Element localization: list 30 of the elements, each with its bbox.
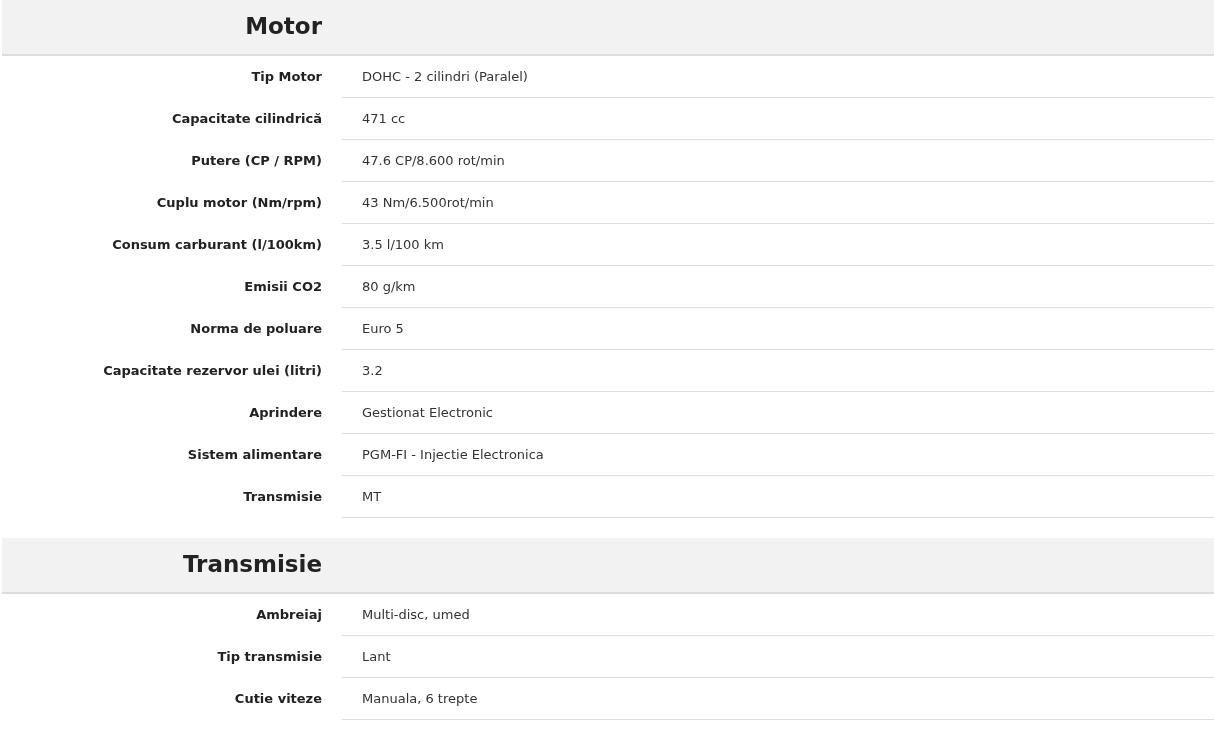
spec-value: 3.2: [342, 350, 1214, 392]
spec-label: Emisii CO2: [243, 278, 322, 297]
spec-value: 471 cc: [342, 98, 1214, 140]
spec-value: 3.5 l/100 km: [342, 224, 1214, 266]
spec-label: Putere (CP / RPM): [190, 152, 322, 171]
spec-value: DOHC - 2 cilindri (Paralel): [342, 56, 1214, 98]
spec-label: Capacitate cilindrică: [170, 110, 322, 129]
spec-value: Multi-disc, umed: [342, 594, 1214, 636]
spec-label: Ambreiaj: [255, 606, 322, 625]
spec-label: Norma de poluare: [189, 320, 322, 339]
spec-value: 80 g/km: [342, 266, 1214, 308]
spec-value: Manuala, 6 trepte: [342, 678, 1214, 720]
spec-label: Tip Motor: [250, 68, 322, 87]
spec-label: Transmisie: [242, 488, 322, 507]
spec-label: Consum carburant (l/100km): [111, 236, 322, 255]
spec-label: Sistem alimentare: [186, 446, 322, 465]
spec-value: Euro 5: [342, 308, 1214, 350]
spec-label: Tip transmisie: [216, 648, 322, 667]
spec-value: Lant: [342, 636, 1214, 678]
section-title: Motor: [244, 13, 322, 41]
spec-label: Aprindere: [248, 404, 322, 423]
spec-label: Cuplu motor (Nm/rpm): [155, 194, 322, 213]
spec-label: Cutie viteze: [233, 690, 322, 709]
section-title: Transmisie: [181, 551, 322, 579]
spec-value: PGM-FI - Injectie Electronica: [342, 434, 1214, 476]
spec-value: 43 Nm/6.500rot/min: [342, 182, 1214, 224]
spec-label: Capacitate rezervor ulei (litri): [102, 362, 322, 381]
spec-value: 47.6 CP/8.600 rot/min: [342, 140, 1214, 182]
spec-value: MT: [342, 476, 1214, 518]
spec-value: Gestionat Electronic: [342, 392, 1214, 434]
